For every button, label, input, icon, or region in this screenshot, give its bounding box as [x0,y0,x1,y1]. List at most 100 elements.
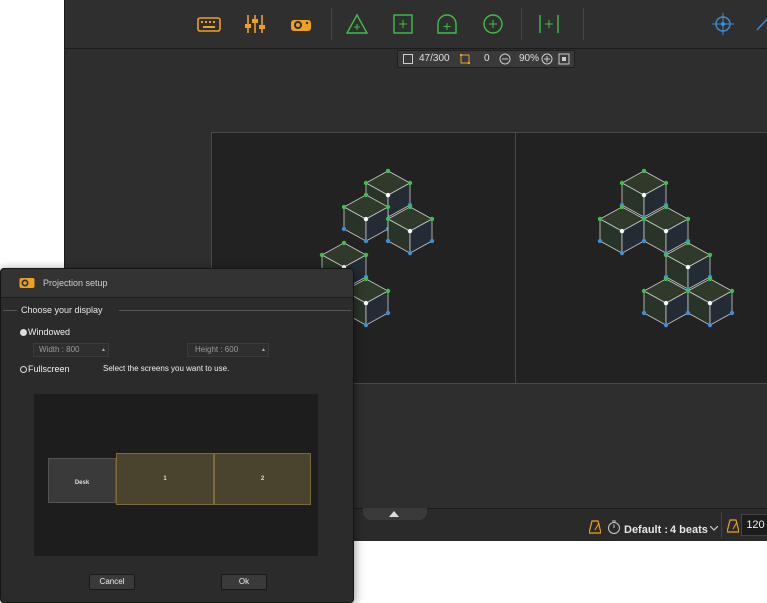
chevron-up-icon [389,511,399,517]
timer-icon[interactable] [607,520,621,534]
cube-vertex [619,228,625,234]
cube-vertex [597,216,603,222]
bottom-separator [721,512,722,538]
beats-select[interactable]: 4 beats [670,524,708,536]
cube-vertex [429,238,435,244]
mixer-sliders-icon[interactable] [243,12,267,36]
metronome-icon[interactable] [589,520,601,534]
cube-vertex [663,322,669,328]
cube-vertex [729,288,735,294]
cube-vertex [685,310,691,316]
crosshair-icon[interactable] [711,12,735,36]
cube-vertex [641,192,647,198]
fullscreen-label: Fullscreen [28,364,70,374]
windowed-label: Windowed [28,327,71,337]
toolbar-separator [521,8,522,40]
cube-vertex [385,204,391,210]
cube-vertex [641,310,647,316]
cube-vertex [407,250,413,256]
cube-vertex [341,240,347,246]
cube-vertex [363,322,369,328]
cube-vertex [663,204,669,210]
width-input[interactable]: Width : 800 ▴ [33,343,109,357]
toolbar [65,0,767,49]
fit-screen-icon[interactable] [558,53,570,65]
cube-vertex [641,238,647,244]
frame-icon [403,54,413,64]
cut-icon[interactable] [755,12,767,36]
tempo-metronome-icon [727,519,739,533]
screen-selector: Desk 1 2 [33,393,319,557]
cube-vertex [707,252,713,258]
cube-vertex [619,250,625,256]
keyboard-icon[interactable] [197,12,221,36]
cube-vertex [663,252,669,258]
cube-vertex [597,238,603,244]
cube-vertex [685,288,691,294]
selection-icon [460,54,470,64]
projector-icon[interactable] [289,12,313,36]
cube-vertex [363,180,369,186]
cube-vertex [707,322,713,328]
chevron-down-icon[interactable] [710,526,718,532]
zoom-out-icon[interactable] [499,53,511,65]
column-split-icon[interactable] [537,12,561,36]
screen-desk[interactable]: Desk [48,458,116,503]
cube-vertex [363,252,369,258]
screen-1[interactable]: 1 [116,453,214,505]
cube-vertex [363,192,369,198]
fullscreen-radio[interactable] [20,366,27,373]
cube-vertex [707,276,713,282]
windowed-radio[interactable] [20,329,27,336]
height-value: Height : 600 [195,345,239,354]
cube-vertex [663,228,669,234]
cube-vertex [663,180,669,186]
cube-vertex [341,226,347,232]
cube-vertex [385,168,391,174]
width-value: Width : 800 [39,345,80,354]
tempo-input[interactable]: 120 [741,514,767,536]
cube-vertex [663,276,669,282]
zoom-level: 90% [519,53,540,64]
cube-vertex [407,204,413,210]
triangle-add-icon[interactable] [345,12,369,36]
stepper-arrows-icon[interactable]: ▴ [262,344,265,356]
cube-vertex [685,216,691,222]
cube-vertex [385,216,391,222]
dialog-titlebar[interactable]: Projection setup [1,269,353,298]
cancel-button[interactable]: Cancel [89,574,135,590]
cube-vertex [363,300,369,306]
dialog-title: Projection setup [43,278,108,288]
zoom-in-icon[interactable] [541,53,553,65]
cube-vertex [663,300,669,306]
ok-button[interactable]: Ok [221,574,267,590]
section-rule [3,310,17,311]
height-input[interactable]: Height : 600 ▴ [187,343,269,357]
panel-toggle-handle[interactable] [363,508,427,520]
frame-count: 47/300 [419,53,450,64]
cube-vertex [707,300,713,306]
cube-vertex [341,204,347,210]
status-strip: 47/300 0 90% [397,50,575,68]
section-rule [119,310,351,311]
cube-vertex [363,276,369,282]
cube-vertex [641,216,647,222]
cube-vertex [619,204,625,210]
cube-vertex [407,228,413,234]
cube-vertex [429,216,435,222]
circle-add-icon[interactable] [481,12,505,36]
dome-add-icon[interactable] [435,12,459,36]
cube-vertex [685,264,691,270]
toolbar-separator [331,8,332,40]
cube-vertex [641,168,647,174]
screen-2[interactable]: 2 [214,453,311,505]
cube-vertex [385,288,391,294]
cube-vertex [319,252,325,258]
cube-vertex [385,192,391,198]
square-add-icon[interactable] [391,12,415,36]
fullscreen-hint: Select the screens you want to use. [103,364,230,373]
cube-vertex [385,238,391,244]
cube-vertex [363,216,369,222]
projection-setup-dialog: Projection setup Choose your display Win… [0,268,354,603]
stepper-arrows-icon[interactable]: ▴ [102,344,105,356]
